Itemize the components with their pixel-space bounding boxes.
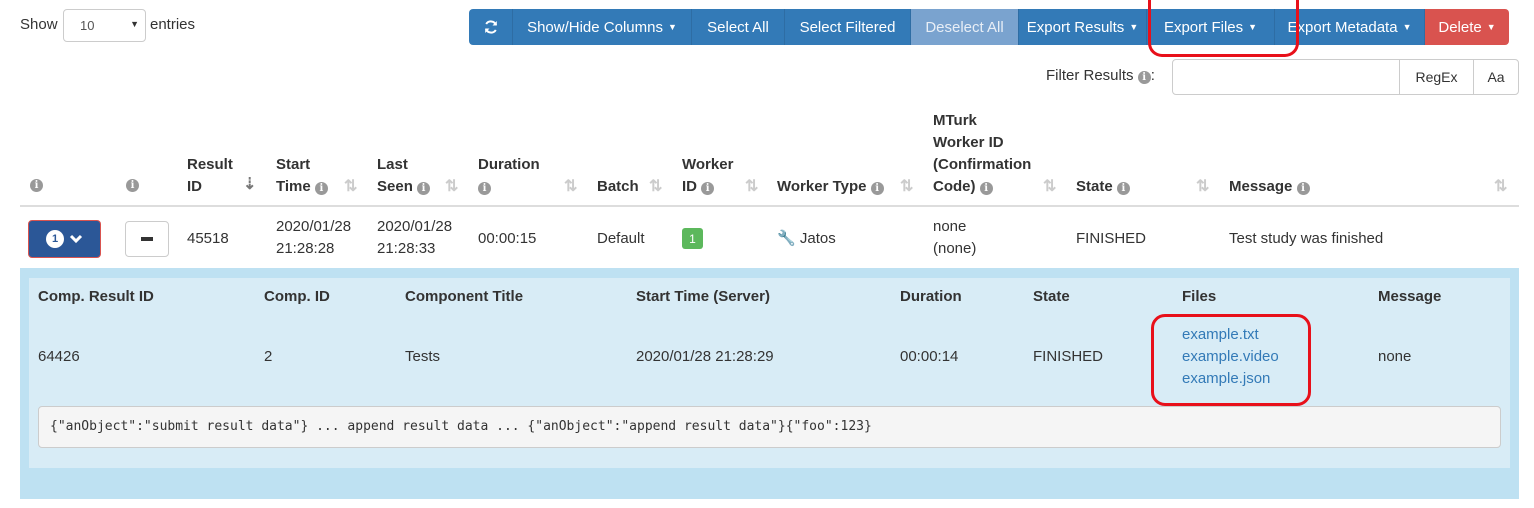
info-icon: i bbox=[1296, 182, 1310, 195]
comp-message: none bbox=[1378, 348, 1412, 365]
header-duration[interactable]: Duration i bbox=[478, 154, 540, 198]
start-time: 2020/01/28 21:28:28 bbox=[276, 218, 352, 257]
chevron-down-icon: ▼ bbox=[130, 19, 139, 29]
sort-icon[interactable]: ⇅ bbox=[344, 176, 357, 196]
header-start-time[interactable]: Start Time i bbox=[276, 154, 328, 198]
regex-button[interactable]: RegEx bbox=[1399, 59, 1474, 95]
sort-icon[interactable]: ⇅ bbox=[564, 176, 577, 196]
detail-header: Message bbox=[1378, 288, 1442, 305]
detail-header: State bbox=[1033, 288, 1070, 305]
refresh-button[interactable] bbox=[469, 9, 513, 45]
refresh-icon bbox=[484, 20, 497, 34]
comp-id: 2 bbox=[264, 348, 273, 365]
sort-icon[interactable]: ⇅ bbox=[1494, 176, 1507, 196]
sort-icon[interactable]: ⇅ bbox=[649, 176, 662, 196]
toolbar: Show/Hide Columns ▼ Select All Select Fil… bbox=[469, 9, 1509, 45]
wrench-icon: 🔧 bbox=[777, 230, 796, 247]
entries-select[interactable]: 10 ▼ bbox=[63, 9, 146, 42]
deselect-all-button[interactable]: Deselect All bbox=[911, 9, 1019, 45]
select-filtered-button[interactable]: Select Filtered bbox=[785, 9, 911, 45]
select-all-button[interactable]: Select All bbox=[692, 9, 785, 45]
delete-button[interactable]: Delete ▼ bbox=[1425, 9, 1509, 45]
export-results-button[interactable]: Export Results ▼ bbox=[1019, 9, 1147, 45]
sort-icon[interactable]: ⇅ bbox=[1196, 176, 1209, 196]
detail-header: Comp. Result ID bbox=[38, 288, 154, 305]
filter-label: Filter Results i: bbox=[1046, 67, 1155, 84]
info-icon: i bbox=[126, 179, 139, 192]
info-icon: i bbox=[417, 182, 431, 195]
comp-duration: 00:00:14 bbox=[900, 348, 959, 365]
comp-start-time: 2020/01/28 21:28:29 bbox=[636, 348, 774, 365]
detail-header: Comp. ID bbox=[264, 288, 330, 305]
sort-icon[interactable]: ⇅ bbox=[900, 176, 913, 196]
batch: Default bbox=[597, 230, 645, 247]
last-seen: 2020/01/28 21:28:33 bbox=[377, 218, 453, 257]
chevron-down-icon bbox=[69, 234, 83, 244]
caret-down-icon: ▼ bbox=[1402, 22, 1412, 32]
export-files-highlight bbox=[1148, 0, 1299, 57]
result-id: 45518 bbox=[187, 230, 229, 247]
info-icon: i bbox=[1116, 182, 1130, 195]
filter-input[interactable] bbox=[1172, 59, 1400, 95]
sort-icon[interactable]: ⇅ bbox=[445, 176, 458, 196]
component-title: Tests bbox=[405, 348, 441, 365]
info-icon: i bbox=[478, 182, 491, 195]
sort-icon[interactable]: ⇅ bbox=[1043, 176, 1056, 196]
header-mturk[interactable]: MTurk Worker ID (Confirmation Code) i bbox=[933, 110, 1031, 198]
info-icon: i bbox=[979, 182, 993, 195]
info-icon: i bbox=[1137, 71, 1151, 84]
case-sensitive-button[interactable]: Aa bbox=[1473, 59, 1519, 95]
caret-down-icon: ▼ bbox=[1486, 22, 1496, 32]
info-icon: i bbox=[314, 182, 328, 195]
expand-row-button[interactable]: 1 bbox=[28, 220, 101, 258]
caret-down-icon: ▼ bbox=[667, 22, 677, 32]
header-state[interactable]: State i bbox=[1076, 176, 1130, 198]
comp-state: FINISHED bbox=[1033, 348, 1104, 365]
sort-desc-icon[interactable]: ⇣ bbox=[243, 174, 256, 194]
detail-header: Start Time (Server) bbox=[636, 288, 770, 305]
header-worker-id[interactable]: Worker ID i bbox=[682, 154, 733, 198]
minus-icon bbox=[141, 237, 153, 241]
detail-header: Files bbox=[1182, 288, 1217, 305]
header-result-id[interactable]: Result ID bbox=[187, 154, 233, 198]
show-label: Show bbox=[20, 16, 58, 33]
show-hide-columns-button[interactable]: Show/Hide Columns ▼ bbox=[513, 9, 692, 45]
entries-value: 10 bbox=[80, 18, 95, 33]
caret-down-icon: ▼ bbox=[1129, 22, 1139, 32]
header-last-seen[interactable]: Last Seen i bbox=[377, 154, 431, 198]
worker-id-badge[interactable]: 1 bbox=[682, 228, 703, 249]
info-icon: i bbox=[870, 182, 884, 195]
files-highlight bbox=[1151, 314, 1311, 406]
comp-result-id: 64426 bbox=[38, 348, 80, 365]
state: FINISHED bbox=[1076, 230, 1147, 247]
detail-header: Duration bbox=[900, 288, 962, 305]
info-icon: i bbox=[30, 179, 43, 192]
duration: 00:00:15 bbox=[478, 230, 537, 247]
header-message[interactable]: Message i bbox=[1229, 176, 1310, 198]
entries-label: entries bbox=[150, 16, 196, 33]
sort-icon[interactable]: ⇅ bbox=[745, 176, 758, 196]
message: Test study was finished bbox=[1229, 230, 1384, 247]
collapse-button[interactable] bbox=[125, 221, 169, 257]
component-count-badge: 1 bbox=[46, 230, 64, 248]
info-icon: i bbox=[701, 182, 715, 195]
worker-type: 🔧 Jatos bbox=[777, 230, 836, 247]
detail-header: Component Title bbox=[405, 288, 524, 305]
mturk-id: none (none) bbox=[933, 218, 977, 257]
header-batch[interactable]: Batch bbox=[597, 176, 639, 198]
result-data-box: {"anObject":"submit result data"} ... ap… bbox=[38, 406, 1501, 448]
header-divider bbox=[20, 205, 1519, 207]
header-worker-type[interactable]: Worker Type i bbox=[777, 176, 884, 198]
